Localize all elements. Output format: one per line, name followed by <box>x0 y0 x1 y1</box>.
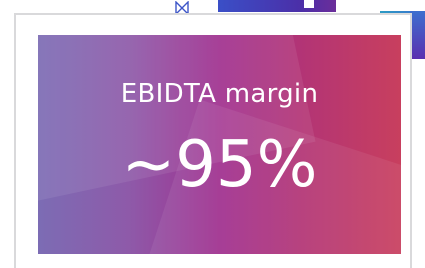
corner-decoration-side-bar <box>410 11 425 59</box>
metric-tile: EBIDTA margin ~95% <box>38 35 401 254</box>
page-canvas: EBIDTA margin ~95% <box>0 0 425 268</box>
top-decorative-block <box>218 0 336 12</box>
bowtie-icon <box>170 0 194 16</box>
metric-label: EBIDTA margin <box>120 79 319 109</box>
metric-value: ~95% <box>121 128 318 202</box>
